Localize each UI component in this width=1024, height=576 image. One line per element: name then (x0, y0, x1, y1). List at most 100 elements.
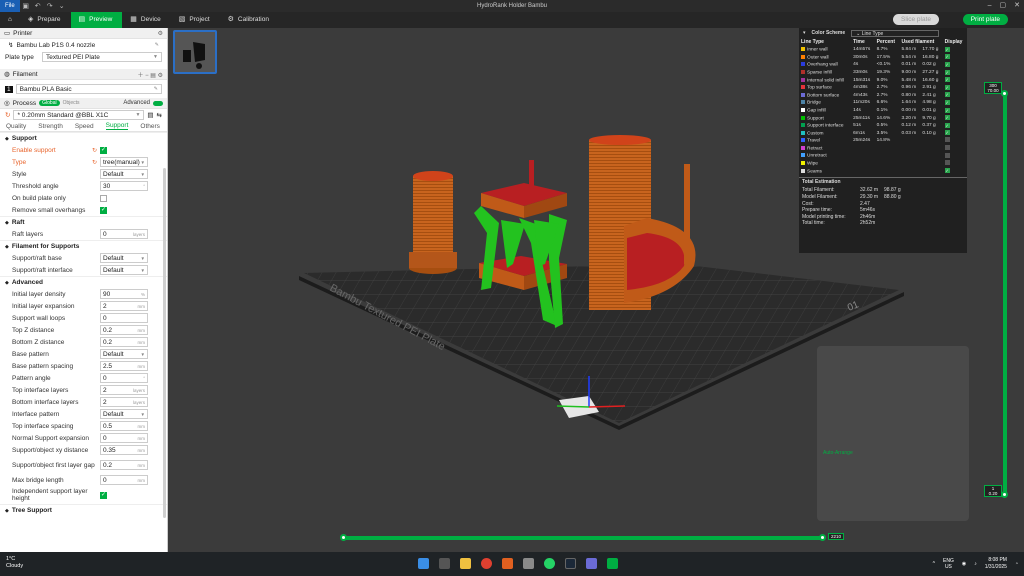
filament-select[interactable]: Bambu PLA Basic ✎ (15, 84, 162, 94)
process-profile-select[interactable]: * 0.20mm Standard @BBL X1C ▼ (13, 110, 145, 120)
file-explorer-icon[interactable] (460, 558, 471, 569)
tab-prepare[interactable]: ◈ Prepare (20, 12, 71, 28)
group-tree-support[interactable]: ◆ Tree Support (0, 504, 167, 516)
display-checkbox[interactable] (944, 137, 950, 143)
tab-others[interactable]: Others (140, 123, 160, 130)
minimize-icon[interactable]: – (988, 0, 992, 12)
layer-slider[interactable] (1003, 94, 1007, 494)
tab-project[interactable]: ▧ Project (171, 12, 220, 28)
save-icon[interactable]: ▣ (20, 2, 32, 10)
notifications-icon[interactable]: ◔ (1015, 561, 1018, 567)
edit-icon[interactable]: ✎ (155, 42, 159, 48)
move-slider-start-handle[interactable] (340, 534, 347, 541)
param-input[interactable]: 2 layers (100, 397, 148, 407)
param-select[interactable]: Default ▼ (100, 169, 148, 179)
display-checkbox[interactable]: ✓ (944, 168, 950, 174)
group-advanced[interactable]: ◆ Advanced (0, 276, 167, 288)
printer-select[interactable]: ↯ Bambu Lab P1S 0.4 nozzle ✎ (5, 40, 162, 50)
display-checkbox[interactable]: ✓ (944, 77, 950, 83)
param-input[interactable]: 0 ° (100, 373, 148, 383)
layer-slider-top-handle[interactable] (1001, 90, 1008, 97)
display-checkbox[interactable] (944, 152, 950, 158)
param-input[interactable]: 2.5 mm (100, 361, 148, 371)
filament-edit-icon[interactable]: ✎ (154, 86, 158, 92)
layer-slider-bottom-handle[interactable] (1001, 491, 1008, 498)
network-icon[interactable]: ◉ (962, 561, 966, 567)
steam-icon[interactable] (565, 558, 576, 569)
display-checkbox[interactable]: ✓ (944, 130, 950, 136)
windows-start-icon[interactable] (418, 558, 429, 569)
tab-strength[interactable]: Strength (38, 123, 63, 130)
process-global-toggle[interactable]: Global (39, 100, 60, 106)
search-icon[interactable] (439, 558, 450, 569)
dropdown-icon[interactable]: ⌄ (56, 2, 68, 10)
display-checkbox[interactable]: ✓ (944, 46, 950, 52)
param-checkbox[interactable] (100, 194, 107, 202)
3d-viewport[interactable]: Bambu Textured PEI Plate 01 ▾ Color Sche… (169, 28, 1024, 552)
print-plate-button[interactable]: Print plate (962, 14, 1008, 25)
undo-icon[interactable]: ↶ (32, 2, 44, 10)
plate-type-select[interactable]: Textured PEI Plate ▼ (42, 52, 162, 62)
printer-settings-icon[interactable]: ⚙ (158, 30, 163, 37)
legend-collapse-icon[interactable]: ▾ (803, 30, 806, 36)
display-checkbox[interactable]: ✓ (944, 99, 950, 105)
app-icon[interactable] (586, 558, 597, 569)
param-input[interactable]: 0 mm (100, 475, 148, 485)
process-reset-icon[interactable]: ↻ (5, 111, 10, 119)
param-input[interactable]: 0 layers (100, 229, 148, 239)
tab-speed[interactable]: Speed (75, 123, 94, 130)
app-icon[interactable] (502, 558, 513, 569)
save-profile-icon[interactable]: ▤ (147, 111, 153, 119)
display-checkbox[interactable]: ✓ (944, 61, 950, 67)
volume-icon[interactable]: ♪ (974, 561, 977, 567)
param-select[interactable]: Default ▼ (100, 253, 148, 263)
param-input[interactable]: 2 mm (100, 301, 148, 311)
param-checkbox[interactable] (100, 491, 107, 499)
tray-chevron-icon[interactable]: ^ (933, 561, 935, 567)
weather-widget[interactable]: 1°C Cloudy (6, 556, 23, 570)
move-slider-end-handle[interactable] (819, 534, 826, 541)
tab-calibration[interactable]: ⚙ Calibration (220, 12, 279, 28)
param-select[interactable]: Default ▼ (100, 265, 148, 275)
compare-icon[interactable]: ⇆ (157, 111, 162, 119)
param-checkbox[interactable] (100, 146, 107, 154)
slice-plate-button[interactable]: Slice plate (893, 14, 939, 25)
display-checkbox[interactable]: ✓ (944, 107, 950, 113)
param-input[interactable]: 0 mm (100, 433, 148, 443)
group-raft[interactable]: ◆ Raft (0, 216, 167, 228)
param-select[interactable]: tree(manual) ▼ (100, 157, 148, 167)
whatsapp-icon[interactable] (544, 558, 555, 569)
param-input[interactable]: 0.2 mm (100, 460, 148, 470)
close-icon[interactable]: ✕ (1014, 0, 1020, 12)
param-select[interactable]: Default ▼ (100, 349, 148, 359)
group-support[interactable]: ◆ Support (0, 132, 167, 144)
param-input[interactable]: 0.5 mm (100, 421, 148, 431)
display-checkbox[interactable] (944, 160, 950, 166)
param-input[interactable]: 30 ° (100, 181, 148, 191)
redo-icon[interactable]: ↷ (44, 2, 56, 10)
tab-support[interactable]: Support (105, 122, 129, 130)
display-checkbox[interactable]: ✓ (944, 69, 950, 75)
filament-index[interactable]: 1 (5, 85, 13, 93)
tab-device[interactable]: ▦ Device (122, 12, 171, 28)
filament-add-icon[interactable]: ＋ − ▤ ⚙ (137, 70, 163, 79)
reset-icon[interactable]: ↻ (92, 147, 97, 154)
param-checkbox[interactable] (100, 206, 107, 214)
clock[interactable]: 8:08 PM 1/31/2025 (985, 557, 1007, 571)
display-checkbox[interactable]: ✓ (944, 54, 950, 60)
display-checkbox[interactable]: ✓ (944, 115, 950, 121)
param-input[interactable]: 0 (100, 313, 148, 323)
sidebar-scrollbar[interactable] (163, 168, 166, 518)
home-button[interactable]: ⌂ (0, 12, 20, 28)
advanced-toggle[interactable] (153, 100, 163, 106)
tab-preview[interactable]: ▤ Preview (70, 12, 123, 28)
param-input[interactable]: 0.2 mm (100, 325, 148, 335)
bambu-studio-icon[interactable] (607, 558, 618, 569)
param-input[interactable]: 90% (100, 289, 148, 299)
chrome-icon[interactable] (481, 558, 492, 569)
display-checkbox[interactable] (944, 145, 950, 151)
display-checkbox[interactable]: ✓ (944, 122, 950, 128)
move-slider[interactable] (344, 536, 824, 540)
display-checkbox[interactable]: ✓ (944, 84, 950, 90)
param-input[interactable]: 0.35 mm (100, 445, 148, 455)
